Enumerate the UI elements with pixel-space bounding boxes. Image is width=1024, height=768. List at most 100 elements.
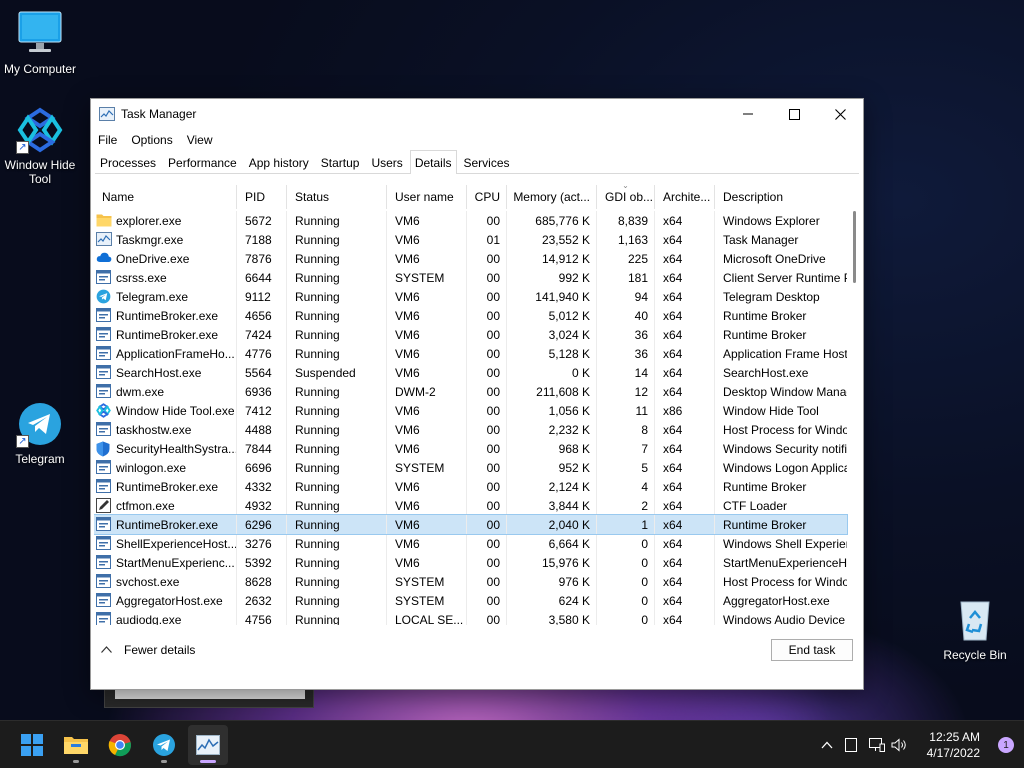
cell-desc: Runtime Broker <box>723 517 807 532</box>
table-row[interactable]: csrss.exe 6644 Running SYSTEM 00 992 K 181 x64 C… <box>94 268 847 287</box>
process-name: OneDrive.exe <box>116 251 190 266</box>
table-row[interactable]: StartMenuExperienc... 5392 Running VM6 00 15,… <box>94 553 847 572</box>
table-row[interactable]: ShellExperienceHost.... 3276 Running VM6 00 6… <box>94 534 847 553</box>
network-icon[interactable] <box>866 738 888 752</box>
cell-desc: AggregatorHost.exe <box>723 593 830 608</box>
taskbar-task-manager[interactable] <box>188 725 228 765</box>
start-button[interactable] <box>12 725 52 765</box>
tab-performance[interactable]: Performance <box>163 151 242 173</box>
cell-gdi: 0 <box>597 553 655 572</box>
desktop-icon-telegram[interactable]: ↗ Telegram <box>0 400 80 466</box>
tab-startup[interactable]: Startup <box>316 151 365 173</box>
fewer-details-button[interactable]: Fewer details <box>101 643 195 657</box>
table-row[interactable]: RuntimeBroker.exe 6296 Running VM6 00 2,040 K… <box>94 514 848 535</box>
table-row[interactable]: ApplicationFrameHo... 4776 Running VM6 00 5,1… <box>94 344 847 363</box>
menu-file[interactable]: File <box>91 133 124 147</box>
column-header-description[interactable]: Description <box>715 185 847 209</box>
process-name: SearchHost.exe <box>116 365 202 380</box>
desktop-icon-recycle-bin[interactable]: Recycle Bin <box>935 596 1015 662</box>
taskbar-clock[interactable]: 12:25 AM 4/17/2022 <box>927 729 980 761</box>
table-row[interactable]: dwm.exe 6936 Running DWM-2 00 211,608 K 12 x64 D… <box>94 382 847 401</box>
title-bar[interactable]: Task Manager <box>91 99 863 129</box>
scrollbar-thumb[interactable] <box>853 211 856 283</box>
table-row[interactable]: Telegram.exe 9112 Running VM6 00 141,940 K 94 x… <box>94 287 847 306</box>
desktop-icon-window-hide-tool[interactable]: ↗ Window Hide Tool <box>0 106 80 186</box>
end-task-button[interactable]: End task <box>771 639 853 661</box>
table-row[interactable]: RuntimeBroker.exe 4656 Running VM6 00 5,012 K… <box>94 306 847 325</box>
window-hide-tool-icon: ↗ <box>16 106 64 154</box>
cell-desc: Windows Logon Applica <box>723 460 847 475</box>
cell-desc: Windows Shell Experien <box>723 536 847 551</box>
tab-details[interactable]: Details <box>409 150 457 174</box>
cell-arch: x64 <box>655 591 715 610</box>
process-name: SecurityHealthSystra... <box>116 441 237 456</box>
table-row[interactable]: Taskmgr.exe 7188 Running VM6 01 23,552 K 1,163… <box>94 230 847 249</box>
column-header-name[interactable]: Name <box>94 185 237 209</box>
taskbar-file-explorer[interactable] <box>56 725 96 765</box>
app-window-icon <box>96 478 112 495</box>
close-icon <box>834 108 846 120</box>
show-hidden-icons-chevron-icon[interactable] <box>818 741 836 749</box>
column-header-pid[interactable]: PID <box>237 185 287 209</box>
table-row[interactable]: winlogon.exe 6696 Running SYSTEM 00 952 K 5 x64… <box>94 458 847 477</box>
tray-app-icon[interactable] <box>836 738 866 752</box>
app-window-icon <box>96 326 112 343</box>
table-row[interactable]: SearchHost.exe 5564 Suspended VM6 00 0 K 14 x64… <box>94 363 847 382</box>
table-row[interactable]: RuntimeBroker.exe 4332 Running VM6 00 2,124 K… <box>94 477 847 496</box>
cell-gdi: 8 <box>597 420 655 439</box>
minimize-button[interactable] <box>725 99 771 129</box>
cell-pid: 4332 <box>237 477 287 496</box>
cell-desc: Client Server Runtime Pr <box>723 270 847 285</box>
menu-bar: File Options View <box>91 129 220 151</box>
vertical-scrollbar[interactable] <box>851 211 856 625</box>
close-button[interactable] <box>817 99 863 129</box>
cell-pid: 4656 <box>237 306 287 325</box>
task-manager-icon <box>196 735 220 755</box>
menu-view[interactable]: View <box>180 133 220 147</box>
column-header-user-name[interactable]: User name <box>387 185 467 209</box>
maximize-button[interactable] <box>771 99 817 129</box>
table-row[interactable]: RuntimeBroker.exe 7424 Running VM6 00 3,024 K… <box>94 325 847 344</box>
process-name: StartMenuExperienc... <box>116 555 235 570</box>
tab-services[interactable]: Services <box>459 151 515 173</box>
table-row[interactable]: SecurityHealthSystra... 7844 Running VM6 00 9… <box>94 439 847 458</box>
taskbar-telegram[interactable] <box>144 725 184 765</box>
column-header-status[interactable]: Status <box>287 185 387 209</box>
cell-gdi: 0 <box>597 534 655 553</box>
notification-badge[interactable]: 1 <box>998 737 1014 753</box>
folder-icon <box>64 737 88 754</box>
sort-descending-icon: ⌄ <box>622 185 629 190</box>
process-name: RuntimeBroker.exe <box>116 479 219 494</box>
table-row[interactable]: Window Hide Tool.exe 7412 Running VM6 00 1,05… <box>94 401 847 420</box>
tab-app-history[interactable]: App history <box>244 151 314 173</box>
table-row[interactable]: taskhostw.exe 4488 Running VM6 00 2,232 K 8 x64… <box>94 420 847 439</box>
cell-mem: 2,232 K <box>507 420 597 439</box>
table-row[interactable]: AggregatorHost.exe 2632 Running SYSTEM 00 624… <box>94 591 847 610</box>
table-row[interactable]: explorer.exe 5672 Running VM6 00 685,776 K 8,8… <box>94 211 847 230</box>
table-row[interactable]: OneDrive.exe 7876 Running VM6 00 14,912 K 225 x… <box>94 249 847 268</box>
table-row[interactable]: svchost.exe 8628 Running SYSTEM 00 976 K 0 x64 H… <box>94 572 847 591</box>
table-row[interactable]: ctfmon.exe 4932 Running VM6 00 3,844 K 2 x64 CTF… <box>94 496 847 515</box>
cell-desc: Runtime Broker <box>723 308 807 323</box>
cell-mem: 23,552 K <box>507 230 597 249</box>
telegram-icon: ↗ <box>16 400 64 448</box>
app-window-icon <box>96 535 112 552</box>
column-header-architecture[interactable]: Archite... <box>655 185 715 209</box>
taskbar-chrome[interactable] <box>100 725 140 765</box>
column-header-cpu[interactable]: CPU <box>467 185 507 209</box>
volume-icon[interactable] <box>888 738 910 752</box>
cell-cpu: 00 <box>467 458 507 477</box>
desktop-icon-my-computer[interactable]: My Computer <box>0 10 80 76</box>
taskbar: 12:25 AM 4/17/2022 1 <box>0 720 1024 768</box>
tab-users[interactable]: Users <box>366 151 407 173</box>
cell-gdi: 4 <box>597 477 655 496</box>
menu-options[interactable]: Options <box>124 133 179 147</box>
cell-arch: x64 <box>655 249 715 268</box>
column-header-memory[interactable]: Memory (act... <box>507 185 597 209</box>
tab-processes[interactable]: Processes <box>95 151 161 173</box>
cell-mem: 15,976 K <box>507 553 597 572</box>
column-header-gdi-objects[interactable]: ⌄ GDI ob... <box>597 185 655 209</box>
cell-pid: 7424 <box>237 325 287 344</box>
cell-name: Window Hide Tool.exe <box>94 401 237 420</box>
cell-gdi: 7 <box>597 439 655 458</box>
